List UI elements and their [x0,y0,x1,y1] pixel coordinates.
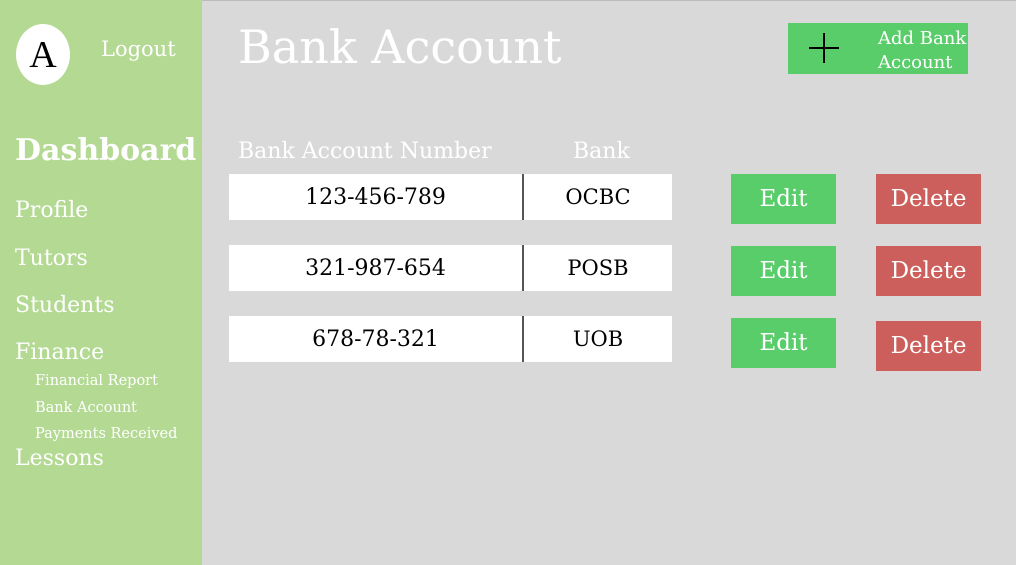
account-number-cell: 321-987-654 [229,245,524,291]
bank-cell: OCBC [524,174,672,220]
sidebar-subitem-payments-received[interactable]: Payments Received [35,426,177,442]
sidebar-item-profile[interactable]: Profile [15,198,88,223]
add-bank-account-button[interactable]: Add Bank Account [788,23,968,74]
sidebar-item-finance[interactable]: Finance [15,340,104,365]
sidebar-item-dashboard[interactable]: Dashboard [15,133,196,168]
account-number-cell: 123-456-789 [229,174,524,220]
delete-button[interactable]: Delete [876,246,981,296]
add-bank-account-label: Add Bank Account [878,28,967,73]
column-header-bank: Bank [573,139,630,164]
sidebar-item-students[interactable]: Students [15,293,114,318]
edit-button[interactable]: Edit [731,246,836,296]
sidebar-subitem-bank-account[interactable]: Bank Account [35,400,137,416]
account-number-cell: 678-78-321 [229,316,524,362]
sidebar: A Logout Dashboard Profile Tutors Studen… [0,0,202,565]
page-title: Bank Account [238,20,562,74]
avatar[interactable]: A [16,24,70,85]
delete-button[interactable]: Delete [876,321,981,371]
bank-cell: UOB [524,316,672,362]
edit-button[interactable]: Edit [731,318,836,368]
plus-icon [807,31,841,65]
bank-cell: POSB [524,245,672,291]
sidebar-item-tutors[interactable]: Tutors [15,246,88,271]
sidebar-subitem-financial-report[interactable]: Financial Report [35,373,158,389]
edit-button[interactable]: Edit [731,174,836,224]
delete-button[interactable]: Delete [876,174,981,224]
sidebar-item-lessons[interactable]: Lessons [15,446,104,471]
logout-link[interactable]: Logout [101,37,176,61]
column-header-account-number: Bank Account Number [238,139,492,164]
